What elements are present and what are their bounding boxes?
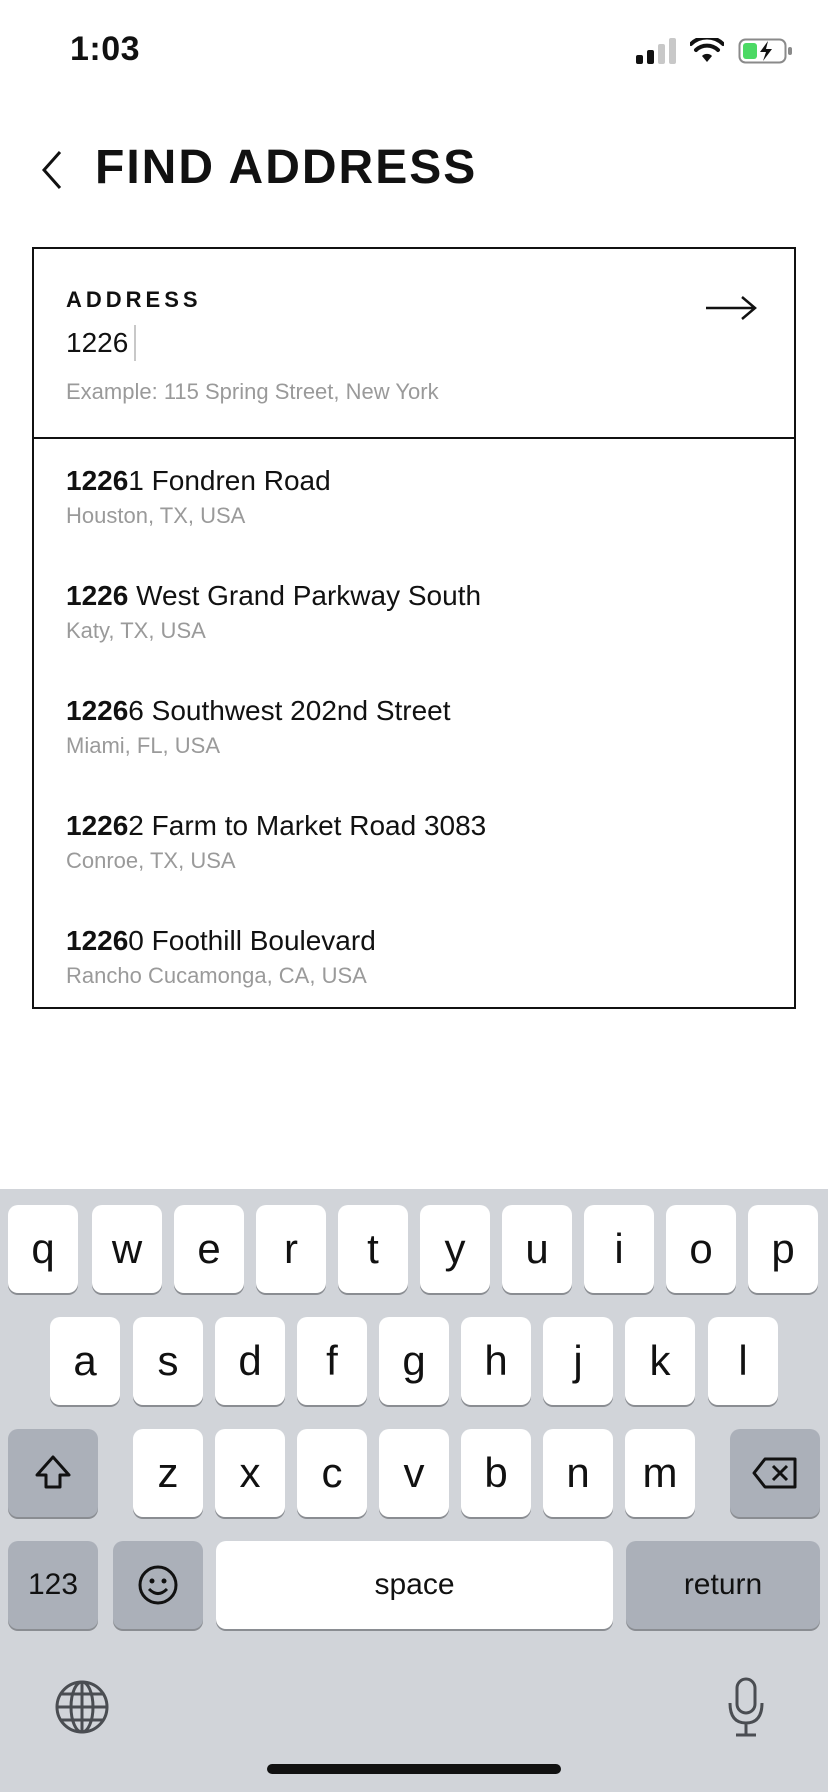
address-suggestion[interactable]: 12261 Fondren Road Houston, TX, USA — [34, 439, 794, 554]
key-b[interactable]: b — [461, 1429, 531, 1517]
suggestion-match: 1226 — [66, 925, 129, 956]
keyboard: q w e r t y u i o p a s d f g h j k l z … — [0, 1189, 828, 1792]
key-r[interactable]: r — [256, 1205, 326, 1293]
key-e[interactable]: e — [174, 1205, 244, 1293]
key-v[interactable]: v — [379, 1429, 449, 1517]
key-l[interactable]: l — [708, 1317, 778, 1405]
wifi-icon — [690, 38, 724, 62]
delete-key[interactable] — [730, 1429, 820, 1517]
shift-key[interactable] — [8, 1429, 98, 1517]
suggestion-street: 6 Southwest 202nd Street — [128, 695, 451, 726]
microphone-button[interactable] — [726, 1677, 766, 1737]
cellular-signal-icon — [636, 38, 676, 64]
key-w[interactable]: w — [92, 1205, 162, 1293]
key-s[interactable]: s — [133, 1317, 203, 1405]
emoji-icon — [138, 1565, 178, 1605]
suggestion-street: 0 Foothill Boulevard — [128, 925, 376, 956]
microphone-icon — [728, 1677, 764, 1737]
shift-icon — [35, 1455, 71, 1489]
key-q[interactable]: q — [8, 1205, 78, 1293]
status-icons — [636, 34, 794, 68]
suggestion-match: 1226 — [66, 465, 129, 496]
key-h[interactable]: h — [461, 1317, 531, 1405]
key-j[interactable]: j — [543, 1317, 613, 1405]
key-y[interactable]: y — [420, 1205, 490, 1293]
globe-button[interactable] — [54, 1679, 110, 1735]
status-bar: 1:03 — [0, 0, 828, 100]
suggestion-location: Katy, TX, USA — [66, 618, 206, 643]
key-f[interactable]: f — [297, 1317, 367, 1405]
suggestion-location: Conroe, TX, USA — [66, 848, 236, 873]
key-k[interactable]: k — [625, 1317, 695, 1405]
back-button[interactable] — [32, 145, 72, 195]
key-o[interactable]: o — [666, 1205, 736, 1293]
suggestion-street: West Grand Parkway South — [128, 580, 482, 611]
address-input[interactable]: 1226 — [66, 325, 137, 361]
suggestion-match: 1226 — [66, 810, 129, 841]
suggestion-match: 1226 — [66, 695, 129, 726]
text-caret — [134, 325, 137, 361]
key-i[interactable]: i — [584, 1205, 654, 1293]
address-input-section[interactable]: ADDRESS 1226 Example: 115 Spring Street,… — [34, 249, 794, 439]
backspace-icon — [752, 1457, 797, 1489]
address-suggestions-list: 12261 Fondren Road Houston, TX, USA 1226… — [34, 439, 794, 1014]
address-search-card: ADDRESS 1226 Example: 115 Spring Street,… — [32, 247, 796, 1009]
space-key[interactable]: space — [216, 1541, 613, 1629]
return-key[interactable]: return — [626, 1541, 820, 1629]
suggestion-location: Rancho Cucamonga, CA, USA — [66, 963, 367, 988]
key-p[interactable]: p — [748, 1205, 818, 1293]
key-m[interactable]: m — [625, 1429, 695, 1517]
key-g[interactable]: g — [379, 1317, 449, 1405]
address-suggestion[interactable]: 12266 Southwest 202nd Street Miami, FL, … — [34, 669, 794, 784]
home-indicator[interactable] — [267, 1764, 561, 1774]
address-suggestion[interactable]: 1226 West Grand Parkway South Katy, TX, … — [34, 554, 794, 669]
submit-button[interactable] — [704, 293, 758, 323]
globe-icon — [55, 1680, 109, 1734]
address-suggestion[interactable]: 12260 Foothill Boulevard Rancho Cucamong… — [34, 899, 794, 1014]
suggestion-location: Houston, TX, USA — [66, 503, 246, 528]
key-a[interactable]: a — [50, 1317, 120, 1405]
chevron-left-icon — [41, 151, 62, 189]
address-suggestion[interactable]: 12262 Farm to Market Road 3083 Conroe, T… — [34, 784, 794, 899]
battery-charging-icon — [738, 38, 792, 64]
key-d[interactable]: d — [215, 1317, 285, 1405]
key-n[interactable]: n — [543, 1429, 613, 1517]
key-x[interactable]: x — [215, 1429, 285, 1517]
suggestion-match: 1226 — [66, 580, 129, 611]
suggestion-street: 2 Farm to Market Road 3083 — [128, 810, 487, 841]
emoji-key[interactable] — [113, 1541, 203, 1629]
arrow-right-icon — [706, 296, 757, 320]
key-u[interactable]: u — [502, 1205, 572, 1293]
address-label: ADDRESS — [66, 287, 202, 312]
key-t[interactable]: t — [338, 1205, 408, 1293]
key-c[interactable]: c — [297, 1429, 367, 1517]
address-hint: Example: 115 Spring Street, New York — [66, 379, 439, 404]
address-input-value: 1226 — [66, 327, 129, 358]
page-title: FIND ADDRESS — [95, 141, 478, 194]
status-time: 1:03 — [70, 30, 141, 68]
suggestion-street: 1 Fondren Road — [128, 465, 331, 496]
numbers-key[interactable]: 123 — [8, 1541, 98, 1629]
key-z[interactable]: z — [133, 1429, 203, 1517]
suggestion-location: Miami, FL, USA — [66, 733, 221, 758]
